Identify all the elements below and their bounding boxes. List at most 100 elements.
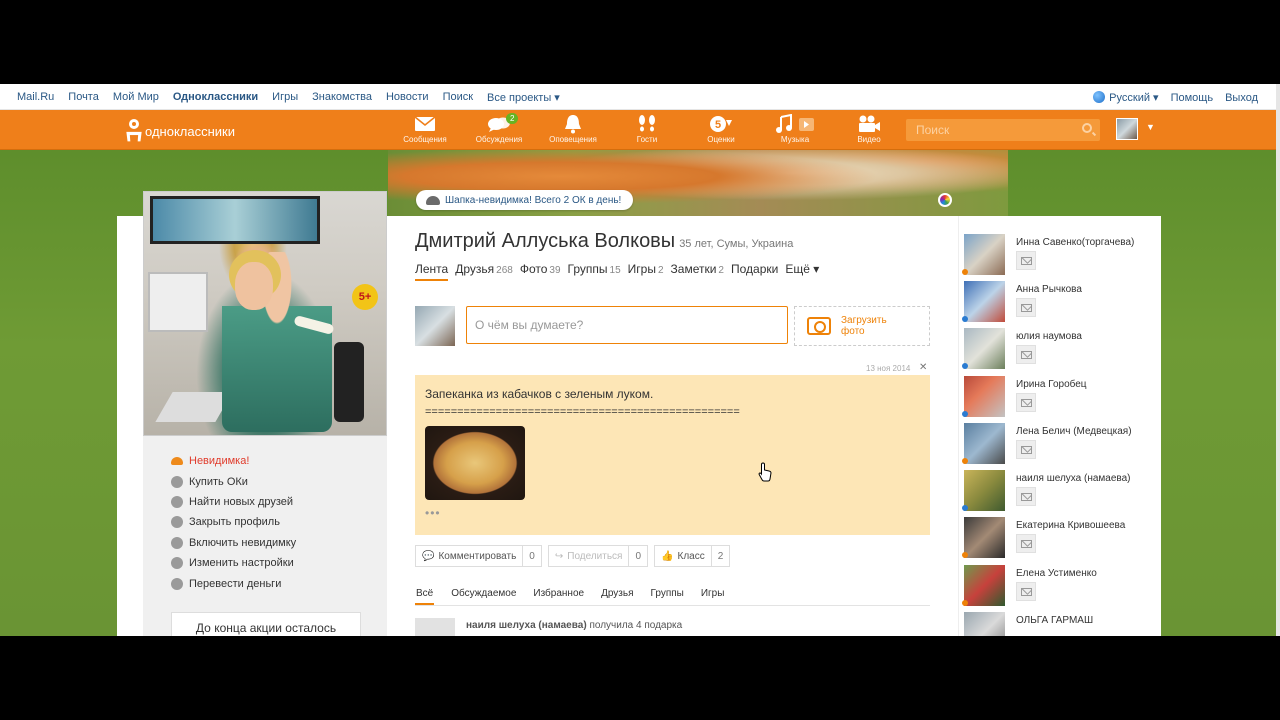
menu-transfer-money[interactable]: Перевести деньги — [171, 573, 296, 593]
feed-tab-favorites[interactable]: Избранное — [533, 588, 584, 605]
menu-enable-invisible[interactable]: Включить невидимку — [171, 533, 296, 553]
tab-games[interactable]: Игры 2 — [628, 262, 664, 281]
friend-avatar[interactable] — [964, 517, 1005, 558]
friend-name[interactable]: Анна Рычкова — [1016, 284, 1082, 295]
feed-tab-groups[interactable]: Группы — [651, 588, 684, 605]
menu-buy-ok[interactable]: Купить ОКи — [171, 471, 296, 491]
feed-item-author[interactable]: наиля шелуха (намаева) — [466, 620, 587, 631]
menu-enable-invisible-label: Включить невидимку — [189, 536, 297, 549]
tab-friends[interactable]: Друзья 268 — [455, 262, 513, 281]
nav-notifications[interactable]: Оповещения — [536, 113, 610, 149]
friend-name[interactable]: Лена Белич (Медвецкая) — [1016, 426, 1132, 437]
friend-name[interactable]: Инна Савенко(торгачева) — [1016, 237, 1134, 248]
cover-color-picker-icon[interactable] — [938, 193, 952, 207]
link-search[interactable]: Поиск — [443, 91, 473, 104]
friend-item[interactable]: юлия наумова — [962, 328, 1161, 375]
friend-avatar[interactable] — [964, 234, 1005, 275]
friend-avatar[interactable] — [964, 470, 1005, 511]
link-all-projects[interactable]: Все проекты ▾ — [487, 91, 560, 104]
send-message-button[interactable] — [1016, 251, 1036, 270]
friend-item[interactable]: Ирина Горобец — [962, 376, 1161, 423]
friend-avatar[interactable] — [964, 612, 1005, 636]
tab-more[interactable]: Ещё ▾ — [785, 262, 819, 281]
friend-avatar[interactable] — [964, 423, 1005, 464]
friend-item[interactable]: Лена Белич (Медвецкая) — [962, 423, 1161, 470]
sale-countdown-box[interactable]: До конца акции осталось — [171, 612, 361, 636]
link-games[interactable]: Игры — [272, 91, 298, 104]
share-button[interactable]: ↪ Поделиться 0 — [547, 545, 649, 567]
feed-tab-all[interactable]: Всё — [415, 588, 435, 605]
tab-photos[interactable]: Фото 39 — [520, 262, 561, 281]
note-post[interactable]: Запеканка из кабачков с зеленым луком. =… — [415, 375, 930, 535]
nav-messages[interactable]: Сообщения — [388, 113, 462, 149]
link-mail[interactable]: Почта — [68, 91, 99, 104]
ok-logo[interactable]: одноклассники — [126, 119, 235, 143]
feed-tab-discussed[interactable]: Обсуждаемое — [451, 588, 516, 605]
send-message-button[interactable] — [1016, 487, 1036, 506]
friend-avatar[interactable] — [964, 328, 1005, 369]
menu-settings[interactable]: Изменить настройки — [171, 553, 296, 573]
mailru-right: Русский ▾ Помощь Выход — [1093, 91, 1258, 104]
invisible-hat-promo[interactable]: Шапка-невидимка! Всего 2 ОК в день! — [416, 190, 634, 210]
send-message-button[interactable] — [1016, 345, 1036, 364]
feed-tab-games[interactable]: Игры — [701, 588, 725, 605]
friend-item[interactable]: Инна Савенко(торгачева) — [962, 234, 1161, 281]
menu-close-profile[interactable]: Закрыть профиль — [171, 512, 296, 532]
friend-name[interactable]: Елена Устименко — [1016, 568, 1097, 579]
friend-avatar[interactable] — [964, 565, 1005, 606]
friend-name[interactable]: наиля шелуха (намаева) — [1016, 473, 1131, 484]
tab-feed[interactable]: Лента — [415, 262, 449, 281]
friend-name[interactable]: Ирина Горобец — [1016, 379, 1087, 390]
menu-invisible[interactable]: Невидимка! — [171, 451, 296, 471]
post-more[interactable]: ••• — [425, 506, 920, 520]
post-close-icon[interactable]: ✕ — [919, 362, 927, 373]
tab-groups[interactable]: Группы 15 — [568, 262, 621, 281]
help-link[interactable]: Помощь — [1171, 92, 1214, 104]
video-camera-icon — [859, 115, 880, 132]
friend-name[interactable]: Екатерина Кривошеева — [1016, 520, 1125, 531]
friend-item[interactable]: Екатерина Кривошеева — [962, 517, 1161, 564]
nav-discussions[interactable]: 2 Обсуждения — [462, 113, 536, 149]
send-message-button[interactable] — [1016, 582, 1036, 601]
nav-ratings[interactable]: 5 Оценки — [684, 113, 758, 149]
send-message-button[interactable] — [1016, 534, 1036, 553]
send-message-button[interactable] — [1016, 298, 1036, 317]
friend-item[interactable]: ОЛЬГА ГАРМАШ — [964, 612, 1161, 636]
tab-notes[interactable]: Заметки 2 — [671, 262, 724, 281]
send-message-button[interactable] — [1016, 440, 1036, 459]
comment-button[interactable]: 💬 Комментировать 0 — [415, 545, 542, 567]
menu-find-friends[interactable]: Найти новых друзей — [171, 492, 296, 512]
age-badge[interactable]: 5+ — [352, 284, 378, 310]
user-avatar[interactable] — [1116, 118, 1138, 140]
feed-tab-friends[interactable]: Друзья — [601, 588, 633, 605]
link-mailru[interactable]: Mail.Ru — [17, 91, 54, 104]
scrollbar[interactable] — [1276, 84, 1280, 636]
search-input[interactable]: Поиск — [906, 119, 1100, 141]
profile-photo[interactable] — [143, 191, 387, 436]
link-odnoklassniki[interactable]: Одноклассники — [173, 91, 258, 104]
nav-music[interactable]: Музыка — [758, 113, 832, 149]
link-news[interactable]: Новости — [386, 91, 429, 104]
nav-video[interactable]: Видео — [832, 113, 906, 149]
post-image[interactable] — [425, 426, 525, 500]
friend-item[interactable]: наиля шелуха (намаева) — [962, 470, 1161, 517]
send-message-button[interactable] — [1016, 393, 1036, 412]
friend-name[interactable]: ОЛЬГА ГАРМАШ — [1016, 615, 1093, 626]
link-my-world[interactable]: Мой Мир — [113, 91, 159, 104]
language-selector[interactable]: Русский ▾ — [1093, 91, 1159, 104]
upload-photo-button[interactable]: Загрузить фото — [794, 306, 930, 346]
link-dating[interactable]: Знакомства — [312, 91, 372, 104]
friend-avatar[interactable] — [964, 281, 1005, 322]
friend-avatar[interactable] — [964, 376, 1005, 417]
search-icon[interactable] — [1082, 123, 1092, 133]
like-button[interactable]: 👍 Класс 2 — [654, 545, 731, 567]
logout-link[interactable]: Выход — [1225, 92, 1258, 104]
feed-item-avatar[interactable] — [415, 618, 455, 636]
user-menu-arrow-icon[interactable]: ▼ — [1146, 122, 1155, 132]
status-input[interactable]: О чём вы думаете? — [466, 306, 788, 344]
tab-gifts[interactable]: Подарки — [731, 262, 778, 281]
friend-item[interactable]: Елена Устименко — [962, 565, 1161, 612]
friend-name[interactable]: юлия наумова — [1016, 331, 1082, 342]
nav-guests[interactable]: Гости — [610, 113, 684, 149]
friend-item[interactable]: Анна Рычкова — [962, 281, 1161, 328]
